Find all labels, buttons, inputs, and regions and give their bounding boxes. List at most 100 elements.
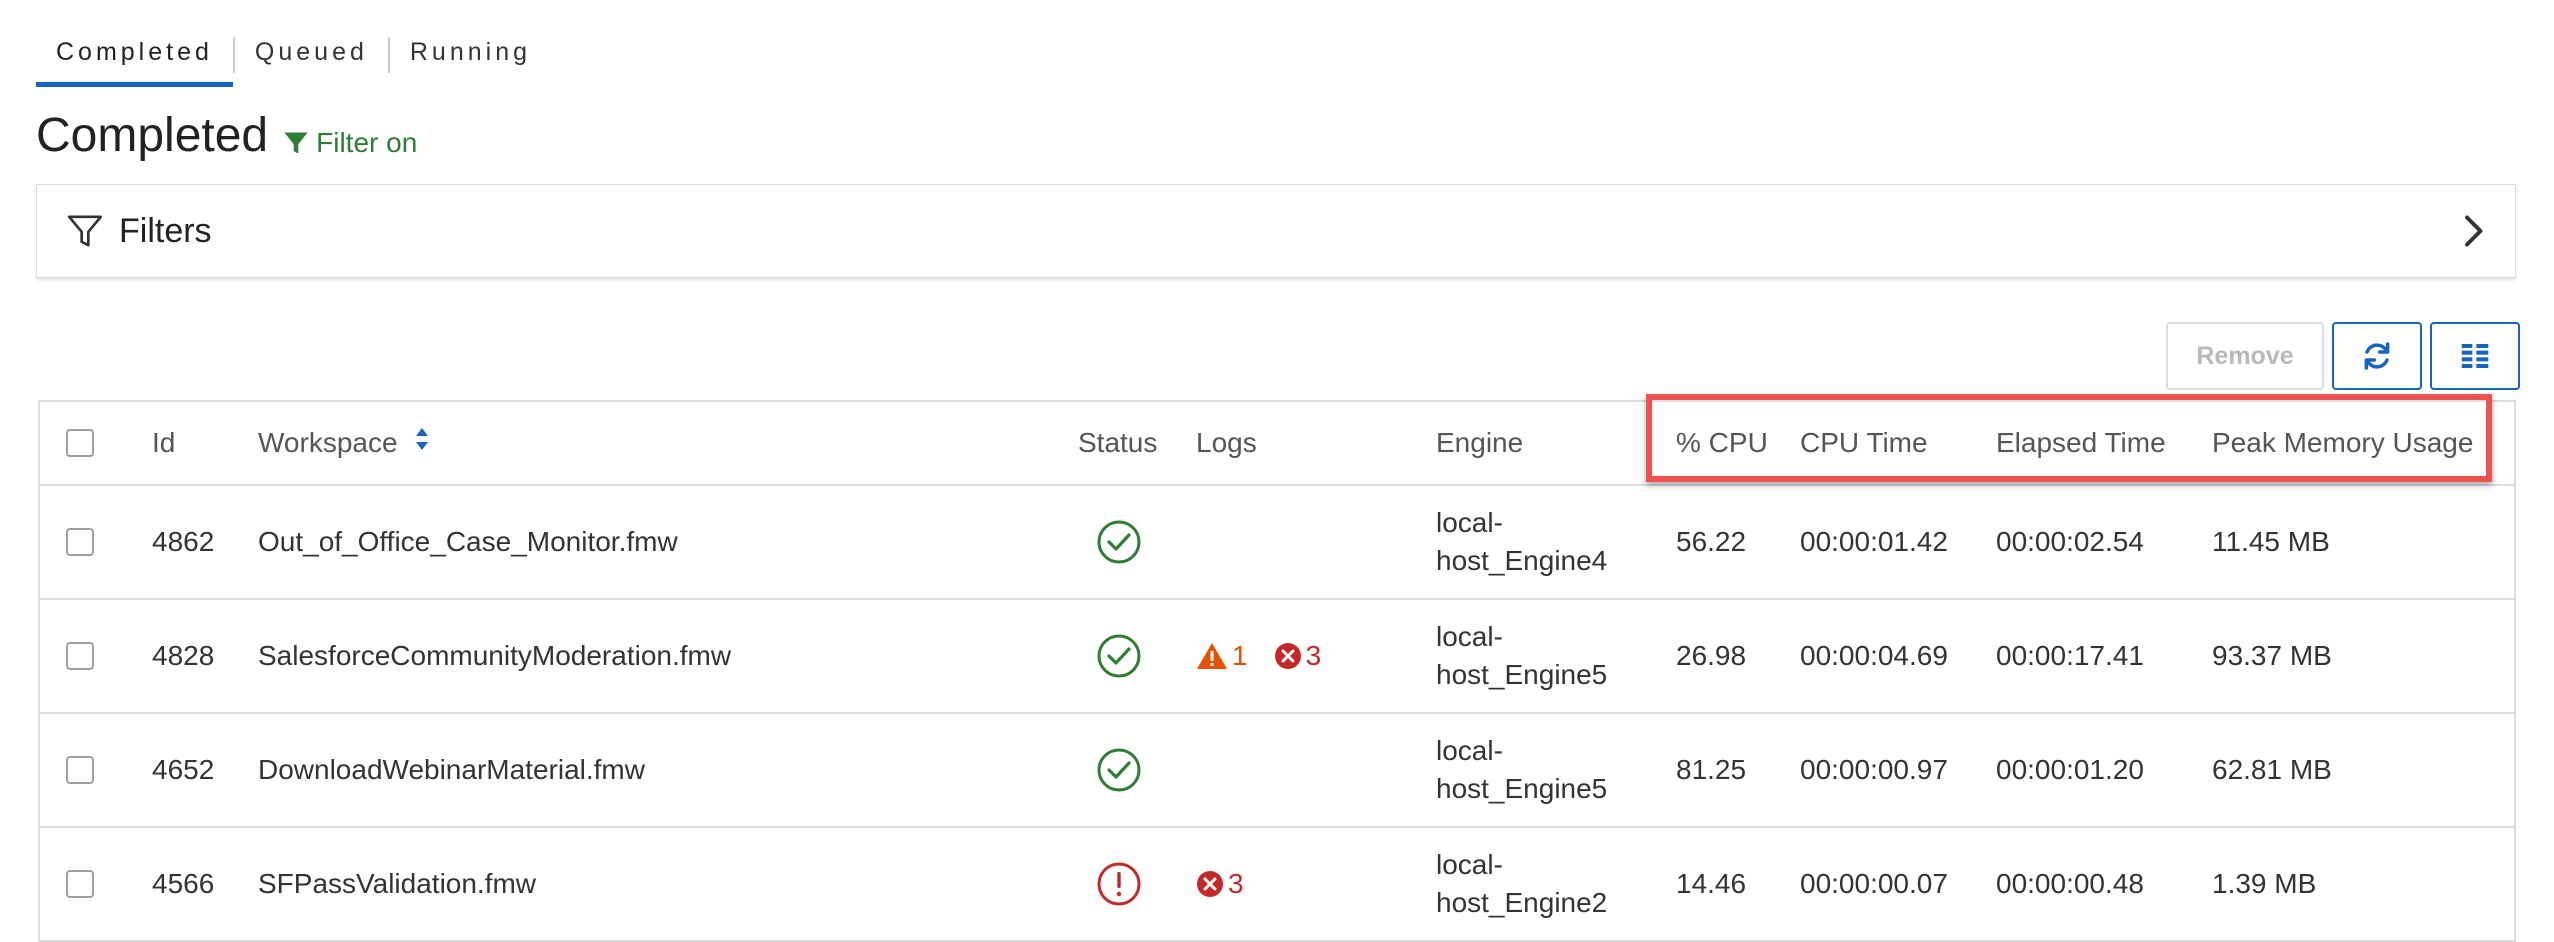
- filters-label: Filters: [119, 211, 212, 250]
- engine-name: host_Engine5: [1436, 773, 1608, 804]
- check-circle-icon: [1097, 748, 1141, 792]
- cell-peak-memory: 1.39 MB: [2212, 868, 2317, 899]
- row-checkbox[interactable]: [66, 870, 94, 898]
- table-toolbar: Remove: [2166, 322, 2520, 390]
- header-cpu-time[interactable]: CPU Time: [1800, 402, 1928, 484]
- filter-on-label: Filter on: [316, 126, 418, 158]
- cell-status: [1096, 600, 1142, 712]
- header-workspace[interactable]: Workspace: [258, 402, 430, 484]
- row-select-cell: [66, 600, 94, 712]
- header-peak-memory[interactable]: Peak Memory Usage: [2212, 402, 2473, 484]
- error-x-circle-icon: [1274, 643, 1301, 669]
- tab-queued[interactable]: Queued: [235, 28, 388, 81]
- job-tabs: Completed Queued Running: [36, 28, 551, 87]
- cell-cpu-time: 00:00:01.42: [1800, 526, 1948, 557]
- cell-logs: 3: [1196, 828, 1244, 940]
- header-id[interactable]: Id: [152, 402, 175, 484]
- cell-cpu-time: 00:00:00.07: [1800, 868, 1948, 899]
- table-row[interactable]: 4862 Out_of_Office_Case_Monitor.fmw loca…: [40, 486, 2514, 600]
- remove-button[interactable]: Remove: [2166, 322, 2324, 390]
- error-x-circle-icon: [1197, 871, 1223, 897]
- cell-workspace[interactable]: SalesforceCommunityModeration.fmw: [258, 600, 731, 712]
- engine-name: host_Engine2: [1436, 887, 1608, 918]
- cell-workspace[interactable]: Out_of_Office_Case_Monitor.fmw: [258, 486, 678, 598]
- cell-elapsed-time: 00:00:02.54: [1996, 526, 2144, 557]
- header-workspace-label: Workspace: [258, 427, 398, 458]
- cell-cpu-percent: 26.98: [1676, 640, 1747, 671]
- engine-host: local-: [1436, 849, 1503, 880]
- cell-elapsed-time: 00:00:17.41: [1996, 640, 2144, 671]
- filter-on-indicator: Filter on: [282, 127, 417, 159]
- engine-host: local-: [1436, 621, 1503, 652]
- warning-count: 1: [1232, 640, 1248, 671]
- cell-cpu-time: 00:00:04.69: [1800, 640, 1948, 671]
- cell-engine: local-host_Engine5: [1436, 714, 1607, 826]
- refresh-icon: [2364, 342, 2390, 370]
- cell-peak-memory: 93.37 MB: [2212, 640, 2332, 671]
- select-all-checkbox[interactable]: [66, 429, 94, 457]
- row-select-cell: [66, 486, 94, 598]
- cell-peak-memory: 62.81 MB: [2212, 754, 2332, 785]
- cell-engine: local-host_Engine5: [1436, 600, 1607, 712]
- cell-status: [1096, 714, 1142, 826]
- cell-cpu-time: 00:00:00.97: [1800, 754, 1948, 785]
- error-count: 3: [1228, 868, 1244, 899]
- chevron-right-icon[interactable]: [2455, 213, 2491, 254]
- exclamation-circle-icon: [1097, 862, 1141, 906]
- page-title: Completed: [36, 109, 269, 162]
- log-errors[interactable]: 3: [1274, 640, 1322, 672]
- cell-engine: local-host_Engine4: [1436, 486, 1607, 598]
- check-circle-icon: [1097, 520, 1141, 564]
- tab-completed[interactable]: Completed: [36, 28, 233, 87]
- tab-running[interactable]: Running: [390, 28, 551, 81]
- row-select-cell: [66, 714, 94, 826]
- log-warnings[interactable]: 1: [1196, 640, 1248, 672]
- column-list-icon: [2461, 344, 2489, 368]
- sort-icon[interactable]: [414, 426, 430, 452]
- cell-id: 4566: [152, 868, 215, 899]
- jobs-page: Completed Queued Running Completed Filte…: [0, 0, 2554, 942]
- cell-id: 4652: [152, 754, 215, 785]
- header-engine[interactable]: Engine: [1436, 402, 1523, 484]
- columns-button[interactable]: [2430, 322, 2520, 390]
- header-cpu-percent[interactable]: % CPU: [1676, 402, 1768, 484]
- cell-workspace[interactable]: DownloadWebinarMaterial.fmw: [258, 714, 645, 826]
- cell-status: [1096, 828, 1142, 940]
- cell-elapsed-time: 00:00:01.20: [1996, 754, 2144, 785]
- filters-panel[interactable]: Filters: [36, 184, 2516, 278]
- cell-engine: local-host_Engine2: [1436, 828, 1607, 940]
- refresh-button[interactable]: [2332, 322, 2422, 390]
- cell-cpu-percent: 56.22: [1676, 526, 1747, 557]
- cell-cpu-percent: 81.25: [1676, 754, 1747, 785]
- error-count: 3: [1305, 640, 1322, 671]
- header-elapsed-time[interactable]: Elapsed Time: [1996, 402, 2166, 484]
- engine-host: local-: [1436, 735, 1503, 766]
- engine-name: host_Engine5: [1436, 659, 1608, 690]
- header-logs[interactable]: Logs: [1196, 402, 1257, 484]
- cell-workspace[interactable]: SFPassValidation.fmw: [258, 828, 536, 940]
- header-status[interactable]: Status: [1078, 402, 1157, 484]
- funnel-filled-icon: [284, 132, 308, 153]
- row-select-cell: [66, 828, 94, 940]
- cell-logs: 1 3: [1196, 600, 1321, 712]
- table-row[interactable]: 4566 SFPassValidation.fmw 3 local- host_…: [40, 828, 2514, 942]
- engine-name: host_Engine4: [1436, 545, 1608, 576]
- cell-status: [1096, 486, 1142, 598]
- funnel-outline-icon: [65, 211, 105, 251]
- check-circle-icon: [1097, 634, 1141, 678]
- cell-id: 4862: [152, 526, 215, 557]
- table-row[interactable]: 4652 DownloadWebinarMaterial.fmw local-h…: [40, 714, 2514, 828]
- warning-triangle-icon: [1197, 643, 1227, 669]
- table-row[interactable]: 4828 SalesforceCommunityModeration.fmw 1: [40, 600, 2514, 714]
- cell-peak-memory: 11.45 MB: [2212, 526, 2330, 557]
- jobs-table: Id Workspace Status Logs Engine % CPU CP…: [38, 400, 2516, 942]
- row-checkbox[interactable]: [66, 642, 94, 670]
- cell-cpu-percent: 14.46: [1676, 868, 1747, 899]
- table-header: Id Workspace Status Logs Engine % CPU CP…: [40, 402, 2514, 486]
- select-all-cell: [66, 402, 94, 484]
- row-checkbox[interactable]: [66, 756, 94, 784]
- engine-host: local-: [1436, 507, 1503, 538]
- cell-id: 4828: [152, 640, 215, 671]
- row-checkbox[interactable]: [66, 528, 94, 556]
- log-errors[interactable]: 3: [1196, 868, 1244, 900]
